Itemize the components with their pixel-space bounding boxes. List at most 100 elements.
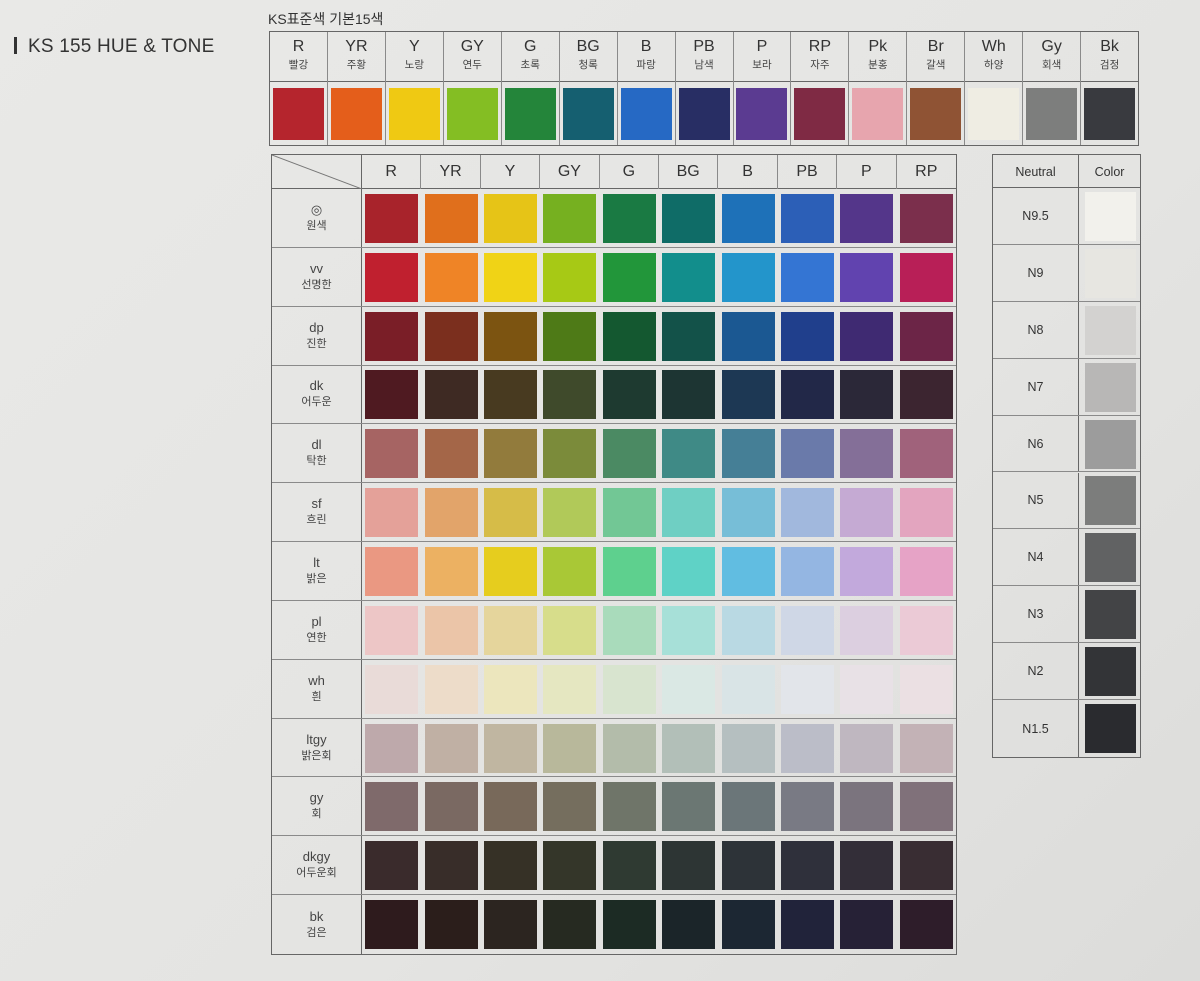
color-swatch: [1084, 87, 1136, 140]
neutral-label: N6: [993, 415, 1079, 472]
color-swatch: [365, 370, 419, 420]
color-swatch: [543, 546, 597, 596]
color-swatch: [899, 723, 953, 773]
basic-color-code: Br: [927, 38, 944, 55]
color-swatch: [424, 311, 478, 361]
tone-label: gy 회: [272, 777, 362, 836]
basic-swatch-cell: [907, 82, 964, 145]
color-swatch: [504, 87, 556, 140]
color-swatch: [484, 605, 537, 655]
basic-swatch-cell: [791, 82, 848, 145]
tone-row: lt 밝은: [272, 542, 956, 601]
tone-label: vv 선명한: [272, 247, 362, 306]
color-swatch: [794, 87, 846, 140]
color-swatch: [662, 664, 716, 714]
color-swatch: [899, 193, 953, 243]
tone-label: lt 밝은: [272, 542, 362, 600]
color-swatch: [484, 429, 537, 479]
color-swatch: [899, 605, 953, 655]
basic-color-header: RP 자주: [791, 32, 849, 82]
color-swatch: [543, 605, 597, 655]
neutral-label: N4: [993, 529, 1079, 586]
color-swatch: [602, 370, 656, 420]
color-swatch: [365, 311, 419, 361]
color-swatch: [484, 193, 537, 243]
page-title: KS 155 HUE & TONE: [14, 36, 214, 58]
basic-color-header: G 초록: [501, 32, 559, 82]
basic-color-name: 초록: [520, 59, 540, 71]
color-swatch: [484, 252, 537, 302]
basic-color-pk: Pk 분홍: [849, 32, 908, 145]
basic-swatch-cell: [560, 82, 617, 145]
hue-header-r: R: [362, 155, 422, 189]
basic-color-header: Br 갈색: [907, 32, 965, 82]
tone-code: pl: [311, 613, 322, 629]
color-swatch: [602, 900, 656, 950]
basic-color-name: 파랑: [636, 59, 656, 71]
tone-row: sf 흐린: [272, 483, 956, 543]
color-swatch: [1085, 362, 1136, 412]
basic-15-colors-table: R 빨강 YR 주황 Y 노랑 GY 연두 G 초록 BG 청록 B 파랑 PB 남색 P 보라 RP 자주 Pk 분홍 B…: [269, 31, 1139, 146]
basic-swatch-cell: [734, 82, 791, 145]
color-swatch: [781, 370, 834, 420]
basic-swatch-cell: [444, 82, 501, 145]
basic-color-b: B 파랑: [617, 32, 676, 145]
tone-label: ltgy 밝은회: [272, 718, 362, 777]
tone-label: dl 탁한: [272, 424, 362, 483]
basic-color-name: 검정: [1099, 59, 1120, 71]
basic-color-br: Br 갈색: [907, 32, 966, 145]
neutral-row: N5: [993, 472, 1140, 530]
basic-color-g: G 초록: [501, 32, 560, 145]
neutral-label: N1.5: [993, 700, 1079, 757]
neutral-row: N7: [993, 358, 1140, 416]
neutral-colors-table: Neutral Color N9.5 N9 N8 N7 N6 N5 N4 N3 N2 N1.5: [992, 154, 1141, 758]
color-swatch: [543, 900, 597, 950]
tone-code: dl: [311, 437, 322, 453]
color-swatch: [662, 841, 716, 891]
color-swatch: [662, 370, 716, 420]
basic-color-gy: Gy 회색: [1023, 32, 1082, 145]
color-swatch: [662, 782, 716, 832]
tone-name: 선명한: [301, 278, 332, 291]
color-swatch: [662, 193, 716, 243]
hue-header-g: G: [600, 155, 659, 189]
color-swatch: [424, 252, 478, 302]
color-swatch: [424, 546, 478, 596]
color-swatch: [365, 664, 419, 714]
color-swatch: [365, 723, 419, 773]
color-swatch: [424, 841, 478, 891]
color-swatch: [899, 900, 953, 950]
color-swatch: [543, 252, 597, 302]
color-swatch: [424, 900, 478, 950]
basic-color-name: 노랑: [404, 59, 424, 71]
color-swatch: [840, 664, 894, 714]
tone-code: dkgy: [302, 849, 331, 865]
title-bar: [14, 37, 17, 54]
hue-header-gy: GY: [540, 155, 600, 189]
basic-swatch-cell: [676, 82, 733, 145]
tone-name: 밝은: [306, 572, 327, 585]
tone-row: ltgy 밝은회: [272, 718, 956, 778]
color-swatch: [662, 311, 716, 361]
basic-color-gy: GY 연두: [443, 32, 502, 145]
color-swatch: [899, 546, 953, 596]
basic-color-header: Bk 검정: [1081, 32, 1139, 82]
color-swatch: [424, 193, 478, 243]
tone-code: ◎: [310, 201, 323, 217]
color-swatch: [662, 723, 716, 773]
color-swatch: [721, 488, 775, 538]
color-swatch: [484, 900, 537, 950]
color-swatch: [446, 87, 498, 140]
hue-header-y: Y: [481, 155, 541, 189]
color-swatch: [365, 488, 419, 538]
tone-code: bk: [309, 908, 324, 924]
basic-colors-label: KS표준색 기본15색: [268, 11, 384, 27]
hue-tone-chart: R YR Y GY G BG B PB P RP ◎ 원색 vv 선명한 dp 진한 dk 어두운 dl 탁한 sf 흐…: [271, 154, 957, 955]
color-swatch: [365, 782, 419, 832]
color-swatch: [1085, 533, 1136, 583]
tone-name: 연한: [306, 631, 327, 644]
hue-header-b: B: [718, 155, 778, 189]
neutral-row: N6: [993, 415, 1140, 473]
color-swatch: [272, 87, 324, 140]
basic-color-name: 갈색: [926, 59, 946, 71]
